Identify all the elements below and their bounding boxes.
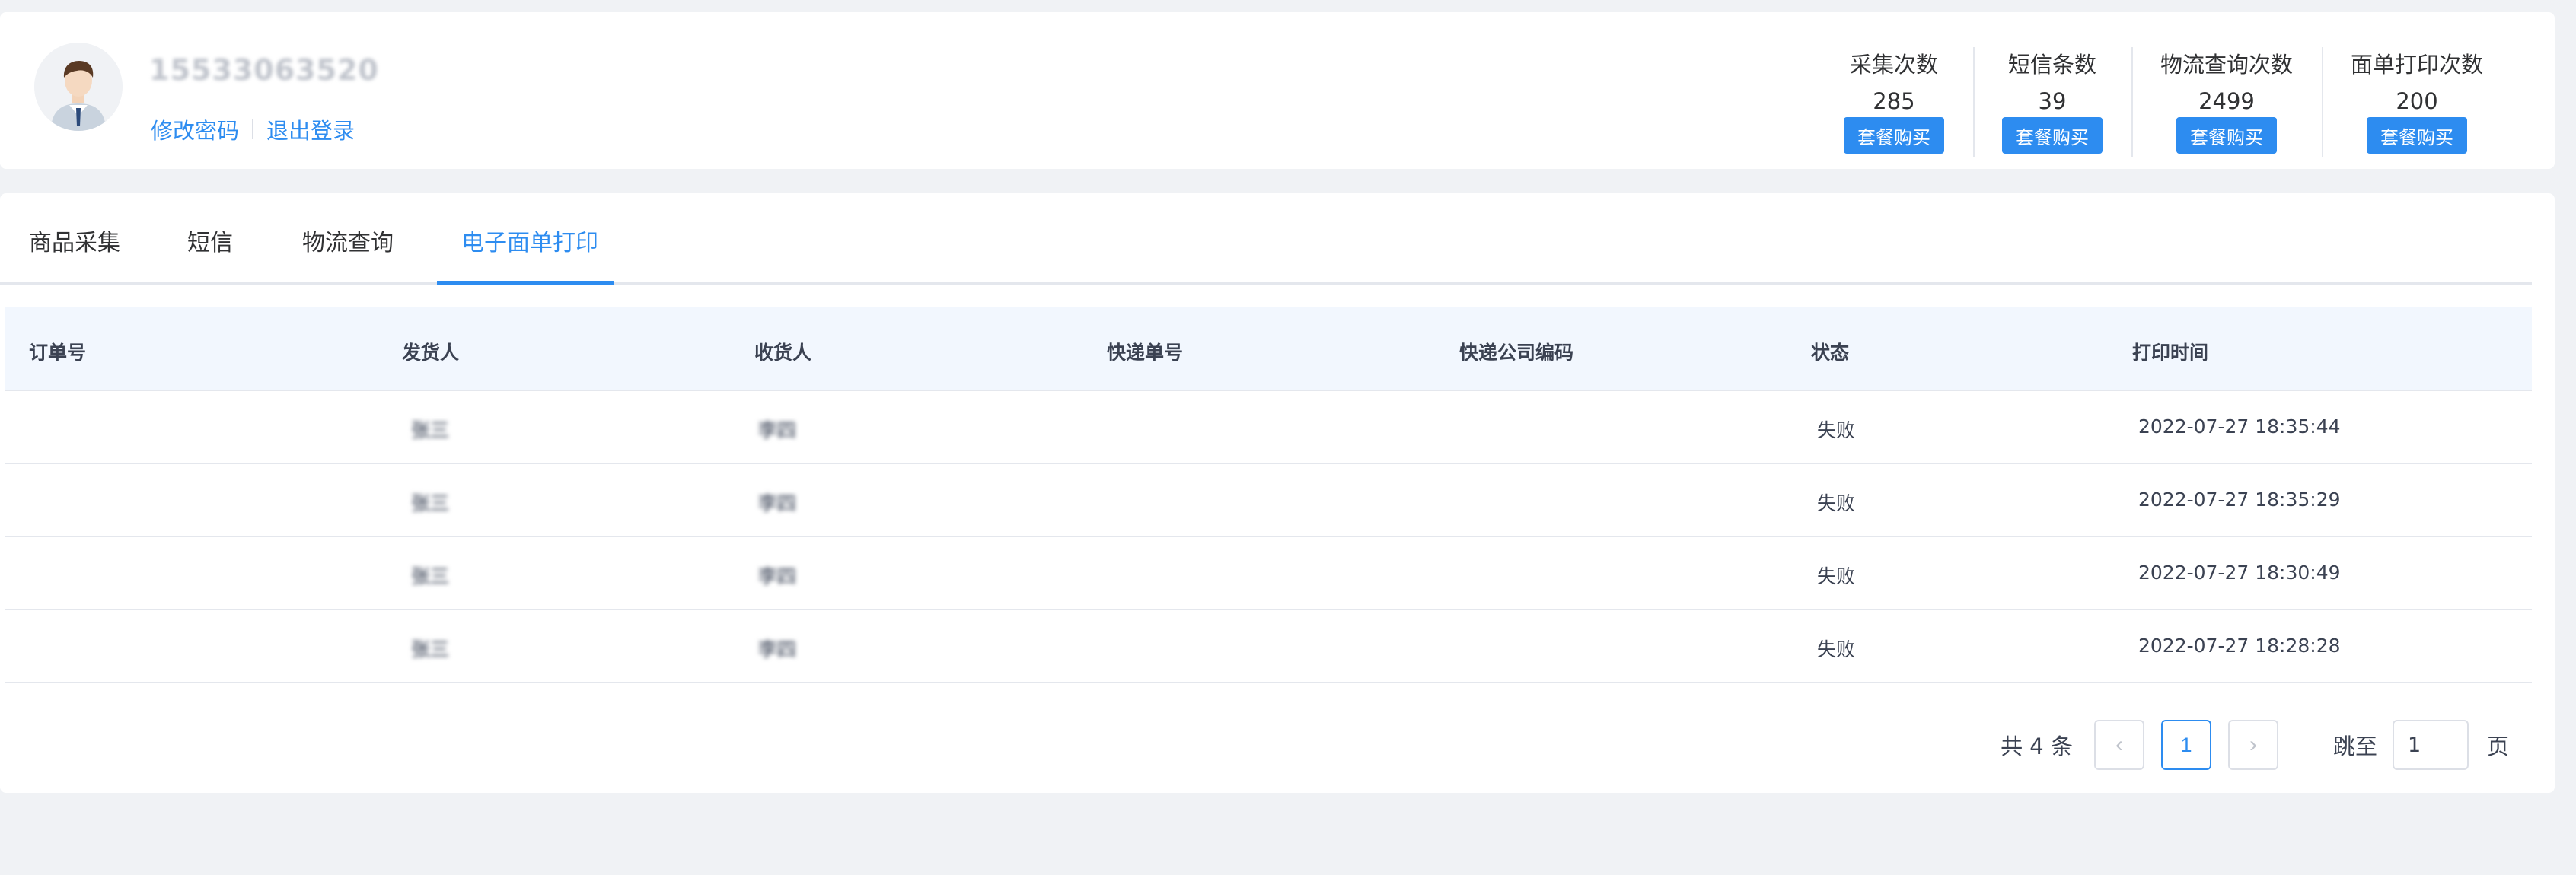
col-order-no: 订单号: [29, 342, 87, 364]
jump-label: 跳至: [2332, 733, 2377, 759]
change-password-link[interactable]: 修改密码: [151, 113, 239, 145]
page-number-button[interactable]: 1: [2160, 720, 2211, 770]
tab-waybill-print[interactable]: 电子面单打印: [461, 224, 598, 257]
col-status: 状态: [1811, 342, 1850, 364]
print-records-table: 订单号 发货人 收货人 快递单号 快递公司编码 状态 打印时间 张三 李四 失败…: [5, 307, 2532, 683]
stat-label: 短信条数: [2007, 52, 2096, 78]
tab-product-collect[interactable]: 商品采集: [29, 224, 120, 257]
stat-sms: 短信条数 39 套餐购买: [1972, 47, 2131, 157]
user-avatar-icon: [34, 43, 123, 131]
jump-page-input[interactable]: [2392, 720, 2469, 770]
table-row: 张三 李四 失败 2022-07-27 18:28:28: [5, 610, 2532, 683]
stat-label: 物流查询次数: [2160, 52, 2293, 78]
table-row: 张三 李四 失败 2022-07-27 18:35:29: [5, 464, 2532, 537]
tab-bar: 商品采集 短信 物流查询 电子面单打印: [0, 193, 2532, 285]
cell-receiver: 李四: [758, 419, 797, 441]
cell-sender: 张三: [411, 565, 450, 587]
user-phone: 15533063520: [149, 53, 379, 87]
cell-print-time: 2022-07-27 18:30:49: [2138, 562, 2341, 584]
col-print-time: 打印时间: [2132, 342, 2209, 364]
cell-sender: 张三: [411, 492, 450, 514]
table-header: 订单号 发货人 收货人 快递单号 快递公司编码 状态 打印时间: [5, 307, 2532, 391]
stat-value: 39: [2038, 88, 2067, 114]
buy-package-button[interactable]: 套餐购买: [2001, 117, 2103, 154]
avatar: [34, 43, 123, 131]
stat-collect: 采集次数 285 套餐购买: [1815, 47, 1973, 154]
cell-receiver: 李四: [758, 638, 797, 660]
cell-status: 失败: [1817, 492, 1856, 514]
chevron-left-icon: ‹: [2115, 732, 2123, 757]
active-tab-indicator: [437, 281, 614, 285]
col-sender: 发货人: [402, 342, 460, 364]
total-count: 共 4 条: [2001, 733, 2073, 759]
tab-logistics-query[interactable]: 物流查询: [302, 224, 394, 257]
stat-value: 200: [2396, 88, 2438, 114]
records-card: 商品采集 短信 物流查询 电子面单打印 订单号 发货人 收货人 快递单号 快递公…: [0, 193, 2555, 793]
pagination: 共 4 条 ‹ 1 › 跳至 页: [2001, 720, 2509, 770]
cell-status: 失败: [1817, 565, 1856, 587]
usage-stats: 采集次数 285 套餐购买 短信条数 39 套餐购买 物流查询次数 2499 套…: [1815, 47, 2512, 157]
buy-package-button[interactable]: 套餐购买: [2366, 117, 2467, 154]
account-links: 修改密码 退出登录: [151, 113, 355, 145]
stat-value: 2499: [2198, 88, 2255, 114]
stat-label: 采集次数: [1849, 52, 1938, 78]
chevron-right-icon: ›: [2249, 732, 2257, 757]
cell-receiver: 李四: [758, 565, 797, 587]
stat-label: 面单打印次数: [2350, 52, 2483, 78]
cell-print-time: 2022-07-27 18:35:29: [2138, 488, 2341, 511]
cell-sender: 张三: [411, 638, 450, 660]
cell-print-time: 2022-07-27 18:35:44: [2138, 415, 2341, 438]
cell-sender: 张三: [411, 419, 450, 441]
page-unit-label: 页: [2486, 733, 2509, 759]
cell-status: 失败: [1817, 419, 1856, 441]
link-divider: [252, 119, 254, 139]
buy-package-button[interactable]: 套餐购买: [1843, 117, 1944, 154]
buy-package-button[interactable]: 套餐购买: [2176, 117, 2277, 154]
col-tracking-no: 快递单号: [1107, 342, 1184, 364]
profile-card: 15533063520 修改密码 退出登录 采集次数 285 套餐购买 短信条数…: [0, 12, 2555, 169]
stat-logistics: 物流查询次数 2499 套餐购买: [2131, 47, 2322, 157]
cell-receiver: 李四: [758, 492, 797, 514]
table-row: 张三 李四 失败 2022-07-27 18:35:44: [5, 391, 2532, 464]
next-page-button[interactable]: ›: [2227, 720, 2278, 770]
cell-print-time: 2022-07-27 18:28:28: [2138, 635, 2341, 657]
table-row: 张三 李四 失败 2022-07-27 18:30:49: [5, 537, 2532, 610]
tab-sms[interactable]: 短信: [187, 224, 233, 257]
prev-page-button[interactable]: ‹: [2093, 720, 2144, 770]
cell-status: 失败: [1817, 638, 1856, 660]
logout-link[interactable]: 退出登录: [266, 113, 355, 145]
stat-value: 285: [1873, 88, 1915, 114]
col-company-code: 快递公司编码: [1459, 342, 1574, 364]
stat-waybill: 面单打印次数 200 套餐购买: [2321, 47, 2512, 157]
col-receiver: 收货人: [754, 342, 812, 364]
